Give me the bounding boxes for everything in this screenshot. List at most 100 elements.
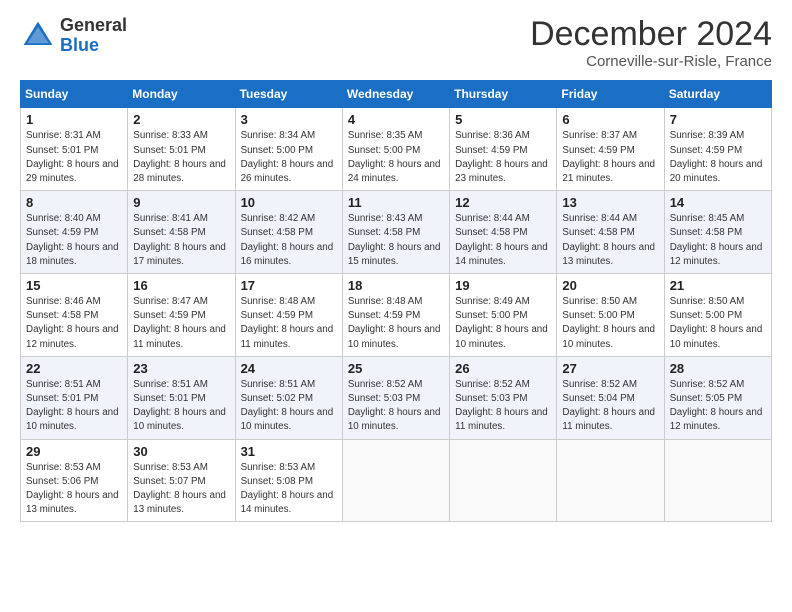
weekday-tuesday: Tuesday xyxy=(235,81,342,108)
day-number: 13 xyxy=(562,195,658,210)
calendar-cell: 24 Sunrise: 8:51 AMSunset: 5:02 PMDayligh… xyxy=(235,356,342,439)
day-info: Sunrise: 8:52 AMSunset: 5:03 PMDaylight:… xyxy=(455,378,551,435)
calendar-cell: 19 Sunrise: 8:49 AMSunset: 5:00 PMDayligh… xyxy=(450,274,557,357)
day-number: 19 xyxy=(455,278,551,293)
calendar-table: SundayMondayTuesdayWednesdayThursdayFrid… xyxy=(20,80,772,522)
day-number: 26 xyxy=(455,361,551,376)
day-info: Sunrise: 8:52 AMSunset: 5:05 PMDaylight:… xyxy=(670,378,766,435)
week-row-3: 15Sunrise: 8:46 AMSunset: 4:58 PMDayligh… xyxy=(21,274,772,357)
day-number: 30 xyxy=(133,444,229,459)
day-info: Sunrise: 8:50 AMSunset: 5:00 PMDaylight:… xyxy=(562,295,658,352)
calendar-cell: 20 Sunrise: 8:50 AMSunset: 5:00 PMDayligh… xyxy=(557,274,664,357)
day-number: 24 xyxy=(241,361,337,376)
day-info: Sunrise: 8:53 AMSunset: 5:08 PMDaylight:… xyxy=(241,461,337,518)
calendar-cell: 11 Sunrise: 8:43 AMSunset: 4:58 PMDayligh… xyxy=(342,191,449,274)
day-info: Sunrise: 8:33 AMSunset: 5:01 PMDaylight:… xyxy=(133,129,229,186)
calendar-cell: 10 Sunrise: 8:42 AMSunset: 4:58 PMDayligh… xyxy=(235,191,342,274)
day-number: 3 xyxy=(241,112,337,127)
weekday-wednesday: Wednesday xyxy=(342,81,449,108)
month-title: December 2024 xyxy=(530,16,772,53)
calendar-cell xyxy=(557,439,664,522)
calendar-cell xyxy=(450,439,557,522)
day-info: Sunrise: 8:36 AMSunset: 4:59 PMDaylight:… xyxy=(455,129,551,186)
calendar-cell: 22Sunrise: 8:51 AMSunset: 5:01 PMDayligh… xyxy=(21,356,128,439)
day-number: 11 xyxy=(348,195,444,210)
page: General Blue December 2024 Corneville-su… xyxy=(0,0,792,612)
day-number: 7 xyxy=(670,112,766,127)
day-info: Sunrise: 8:48 AMSunset: 4:59 PMDaylight:… xyxy=(241,295,337,352)
logo-general: General xyxy=(60,16,127,36)
weekday-sunday: Sunday xyxy=(21,81,128,108)
day-info: Sunrise: 8:44 AMSunset: 4:58 PMDaylight:… xyxy=(562,212,658,269)
calendar-cell: 1Sunrise: 8:31 AMSunset: 5:01 PMDaylight… xyxy=(21,108,128,191)
weekday-saturday: Saturday xyxy=(664,81,771,108)
day-info: Sunrise: 8:42 AMSunset: 4:58 PMDaylight:… xyxy=(241,212,337,269)
day-info: Sunrise: 8:44 AMSunset: 4:58 PMDaylight:… xyxy=(455,212,551,269)
calendar-cell: 8Sunrise: 8:40 AMSunset: 4:59 PMDaylight… xyxy=(21,191,128,274)
calendar-cell: 23 Sunrise: 8:51 AMSunset: 5:01 PMDayligh… xyxy=(128,356,235,439)
day-number: 20 xyxy=(562,278,658,293)
day-number: 10 xyxy=(241,195,337,210)
day-number: 4 xyxy=(348,112,444,127)
day-number: 28 xyxy=(670,361,766,376)
calendar-cell: 31Sunrise: 8:53 AMSunset: 5:08 PMDayligh… xyxy=(235,439,342,522)
day-info: Sunrise: 8:52 AMSunset: 5:03 PMDaylight:… xyxy=(348,378,444,435)
day-info: Sunrise: 8:53 AMSunset: 5:06 PMDaylight:… xyxy=(26,461,122,518)
logo-icon xyxy=(20,18,56,54)
weekday-header-row: SundayMondayTuesdayWednesdayThursdayFrid… xyxy=(21,81,772,108)
calendar-cell: 27Sunrise: 8:52 AMSunset: 5:04 PMDayligh… xyxy=(557,356,664,439)
calendar-cell: 4Sunrise: 8:35 AMSunset: 5:00 PMDaylight… xyxy=(342,108,449,191)
day-number: 22 xyxy=(26,361,122,376)
calendar-cell: 17Sunrise: 8:48 AMSunset: 4:59 PMDayligh… xyxy=(235,274,342,357)
day-number: 6 xyxy=(562,112,658,127)
day-number: 16 xyxy=(133,278,229,293)
day-info: Sunrise: 8:51 AMSunset: 5:02 PMDaylight:… xyxy=(241,378,337,435)
day-info: Sunrise: 8:52 AMSunset: 5:04 PMDaylight:… xyxy=(562,378,658,435)
calendar-cell: 14 Sunrise: 8:45 AMSunset: 4:58 PMDayligh… xyxy=(664,191,771,274)
day-number: 12 xyxy=(455,195,551,210)
day-info: Sunrise: 8:49 AMSunset: 5:00 PMDaylight:… xyxy=(455,295,551,352)
header: General Blue December 2024 Corneville-su… xyxy=(20,16,772,70)
calendar-cell: 2 Sunrise: 8:33 AMSunset: 5:01 PMDaylight… xyxy=(128,108,235,191)
day-info: Sunrise: 8:43 AMSunset: 4:58 PMDaylight:… xyxy=(348,212,444,269)
day-number: 21 xyxy=(670,278,766,293)
day-number: 23 xyxy=(133,361,229,376)
day-number: 14 xyxy=(670,195,766,210)
logo-blue: Blue xyxy=(60,36,127,56)
calendar-cell: 16 Sunrise: 8:47 AMSunset: 4:59 PMDayligh… xyxy=(128,274,235,357)
calendar-cell: 18Sunrise: 8:48 AMSunset: 4:59 PMDayligh… xyxy=(342,274,449,357)
calendar-cell: 12 Sunrise: 8:44 AMSunset: 4:58 PMDayligh… xyxy=(450,191,557,274)
day-info: Sunrise: 8:45 AMSunset: 4:58 PMDaylight:… xyxy=(670,212,766,269)
week-row-4: 22 Sunrise: 8:51 AMSunset: 5:01 PMDayligh… xyxy=(21,356,772,439)
calendar-body: 1Sunrise: 8:31 AMSunset: 5:01 PMDaylight… xyxy=(21,108,772,522)
weekday-monday: Monday xyxy=(128,81,235,108)
day-number: 15 xyxy=(26,278,122,293)
calendar-cell: 5 Sunrise: 8:36 AMSunset: 4:59 PMDaylight… xyxy=(450,108,557,191)
calendar-cell: 9Sunrise: 8:41 AMSunset: 4:58 PMDaylight… xyxy=(128,191,235,274)
week-row-5: 29 Sunrise: 8:53 AMSunset: 5:06 PMDayligh… xyxy=(21,439,772,522)
day-info: Sunrise: 8:50 AMSunset: 5:00 PMDaylight:… xyxy=(670,295,766,352)
title-area: December 2024 Corneville-sur-Risle, Fran… xyxy=(530,16,772,70)
week-row-2: 8Sunrise: 8:40 AMSunset: 4:59 PMDaylight… xyxy=(21,191,772,274)
calendar-cell: 28 Sunrise: 8:52 AMSunset: 5:05 PMDayligh… xyxy=(664,356,771,439)
day-info: Sunrise: 8:48 AMSunset: 4:59 PMDaylight:… xyxy=(348,295,444,352)
calendar-cell: 15Sunrise: 8:46 AMSunset: 4:58 PMDayligh… xyxy=(21,274,128,357)
day-info: Sunrise: 8:41 AMSunset: 4:58 PMDaylight:… xyxy=(133,212,229,269)
calendar-cell xyxy=(342,439,449,522)
day-info: Sunrise: 8:47 AMSunset: 4:59 PMDaylight:… xyxy=(133,295,229,352)
day-number: 1 xyxy=(26,112,122,127)
day-number: 2 xyxy=(133,112,229,127)
week-row-1: 1Sunrise: 8:31 AMSunset: 5:01 PMDaylight… xyxy=(21,108,772,191)
calendar-cell: 26 Sunrise: 8:52 AMSunset: 5:03 PMDayligh… xyxy=(450,356,557,439)
weekday-thursday: Thursday xyxy=(450,81,557,108)
day-number: 29 xyxy=(26,444,122,459)
location: Corneville-sur-Risle, France xyxy=(530,53,772,70)
day-number: 25 xyxy=(348,361,444,376)
day-number: 5 xyxy=(455,112,551,127)
calendar-cell: 29 Sunrise: 8:53 AMSunset: 5:06 PMDayligh… xyxy=(21,439,128,522)
calendar-cell: 25 Sunrise: 8:52 AMSunset: 5:03 PMDayligh… xyxy=(342,356,449,439)
day-info: Sunrise: 8:51 AMSunset: 5:01 PMDaylight:… xyxy=(133,378,229,435)
day-info: Sunrise: 8:53 AMSunset: 5:07 PMDaylight:… xyxy=(133,461,229,518)
calendar-cell: 21 Sunrise: 8:50 AMSunset: 5:00 PMDayligh… xyxy=(664,274,771,357)
calendar-cell: 7Sunrise: 8:39 AMSunset: 4:59 PMDaylight… xyxy=(664,108,771,191)
